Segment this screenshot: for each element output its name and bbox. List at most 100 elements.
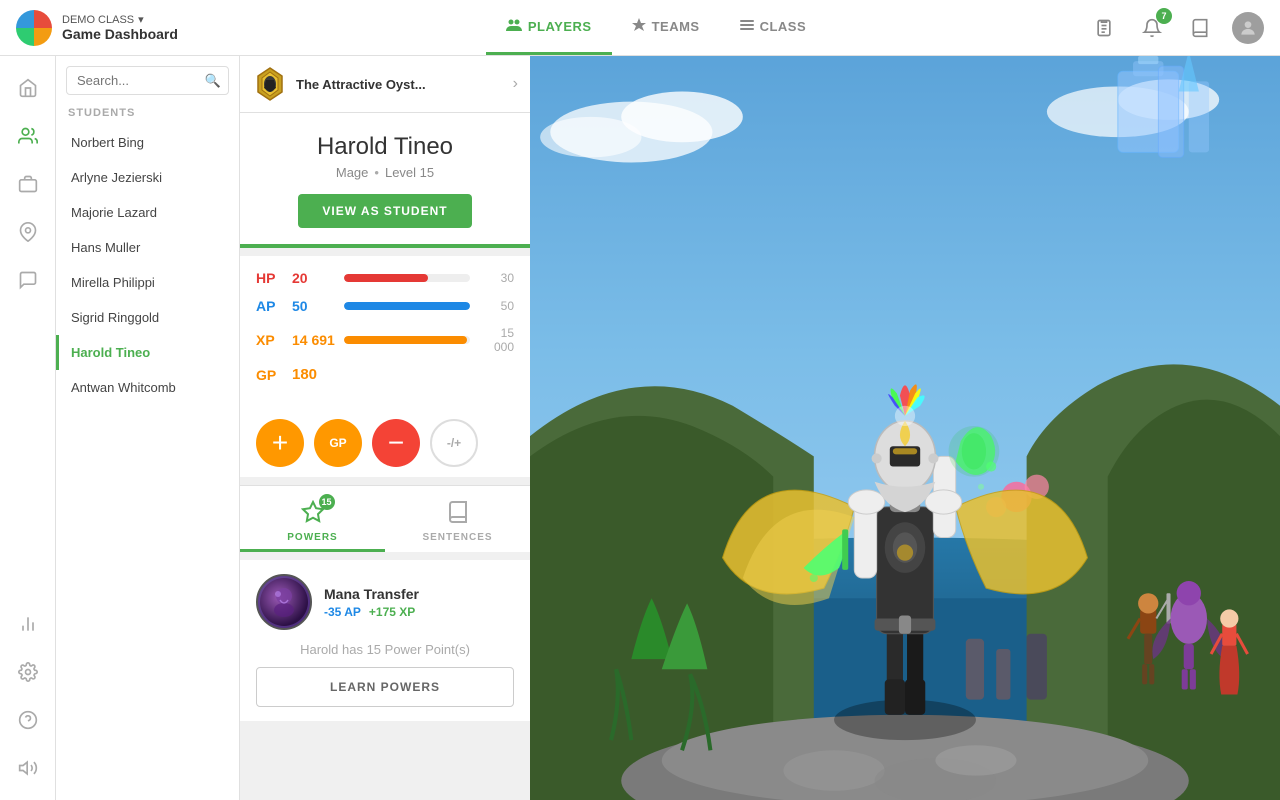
- search-icon: 🔍: [205, 73, 221, 89]
- chevron-right-icon[interactable]: ›: [513, 75, 518, 93]
- player-header-name: The Attractive Oyst...: [296, 77, 505, 92]
- sentences-tab-label: SENTENCES: [422, 532, 492, 543]
- helmet-icon: [252, 66, 288, 102]
- learn-powers-button[interactable]: LEARN POWERS: [256, 667, 514, 707]
- power-avatar: [256, 574, 312, 630]
- student-item-arlyne[interactable]: Arlyne Jezierski: [56, 160, 239, 195]
- xp-value: 14 691: [292, 332, 336, 348]
- book-btn[interactable]: [1184, 12, 1216, 44]
- stat-row-ap: AP 50 50: [256, 298, 514, 314]
- sidebar-icon-gear[interactable]: [8, 652, 48, 692]
- hp-label: HP: [256, 270, 284, 286]
- bell-badge: 7: [1156, 8, 1172, 24]
- student-item-majorie[interactable]: Majorie Lazard: [56, 195, 239, 230]
- tab-teams[interactable]: TEAMS: [612, 0, 720, 55]
- sidebar-icon-help[interactable]: [8, 700, 48, 740]
- student-panel: 🔍 STUDENTS Norbert Bing Arlyne Jezierski…: [56, 56, 240, 800]
- gp-label-button[interactable]: GP: [314, 419, 362, 467]
- player-subtitle: Mage • Level 15: [256, 165, 514, 180]
- ap-value: 50: [292, 298, 336, 314]
- power-stats: -35 AP +175 XP: [324, 605, 514, 619]
- tab-class[interactable]: CLASS: [720, 0, 827, 55]
- student-item-harold[interactable]: Harold Tineo: [56, 335, 239, 370]
- players-icon: [506, 18, 522, 35]
- student-item-sigrid[interactable]: Sigrid Ringgold: [56, 300, 239, 335]
- hp-bar-wrap: [344, 274, 470, 282]
- remove-gp-button[interactable]: −: [372, 419, 420, 467]
- power-item-mana: Mana Transfer -35 AP +175 XP: [256, 574, 514, 630]
- sidebar-icon-speaker[interactable]: [8, 748, 48, 788]
- student-item-norbert[interactable]: Norbert Bing: [56, 125, 239, 160]
- bell-btn[interactable]: 7: [1136, 12, 1168, 44]
- students-label: STUDENTS: [56, 101, 239, 125]
- hero-scene-svg: [530, 56, 1280, 800]
- ap-bar-wrap: [344, 302, 470, 310]
- hp-bar: [344, 274, 428, 282]
- nav-right: 7: [1072, 12, 1280, 44]
- top-nav: DEMO CLASS ▾ Game Dashboard PLAYERS: [0, 0, 1280, 56]
- nav-tabs: PLAYERS TEAMS CLASS: [240, 0, 1072, 55]
- logo-area: DEMO CLASS ▾ Game Dashboard: [0, 10, 240, 46]
- gp-value: 180: [292, 366, 317, 383]
- player-class: Mage: [336, 165, 369, 180]
- hp-value: 20: [292, 270, 336, 286]
- ap-bar: [344, 302, 470, 310]
- player-header: The Attractive Oyst... ›: [240, 56, 530, 113]
- clipboard-btn[interactable]: [1088, 12, 1120, 44]
- xp-bar-wrap: [344, 336, 470, 344]
- gp-label: GP: [256, 367, 284, 383]
- logo-text: DEMO CLASS ▾ Game Dashboard: [62, 13, 178, 42]
- student-item-hans[interactable]: Hans Muller: [56, 230, 239, 265]
- sidebar-icon-users[interactable]: [8, 116, 48, 156]
- ap-max: 50: [478, 299, 514, 313]
- xp-label: XP: [256, 332, 284, 348]
- view-as-student-button[interactable]: VIEW AS STUDENT: [298, 194, 471, 228]
- tab-powers[interactable]: 15 POWERS: [240, 486, 385, 552]
- power-xp-gain: +175 XP: [369, 605, 415, 619]
- edit-button[interactable]: -/+: [430, 419, 478, 467]
- action-buttons: + GP − -/+: [240, 409, 530, 477]
- xp-bar: [344, 336, 467, 344]
- student-item-antwan[interactable]: Antwan Whitcomb: [56, 370, 239, 405]
- logo-icon[interactable]: [16, 10, 52, 46]
- main-layout: 🔍 STUDENTS Norbert Bing Arlyne Jezierski…: [0, 56, 1280, 800]
- stat-row-hp: HP 20 30: [256, 270, 514, 286]
- power-info: Mana Transfer -35 AP +175 XP: [324, 586, 514, 619]
- sidebar-icon-chart[interactable]: [8, 604, 48, 644]
- add-gp-button[interactable]: +: [256, 419, 304, 467]
- left-sidebar: [0, 56, 56, 800]
- student-item-mirella[interactable]: Mirella Philippi: [56, 265, 239, 300]
- teams-icon: [632, 18, 646, 35]
- student-list: Norbert Bing Arlyne Jezierski Majorie La…: [56, 125, 239, 800]
- sentences-tab-icon-wrap: [442, 496, 474, 528]
- sidebar-icon-pin[interactable]: [8, 212, 48, 252]
- xp-max: 15 000: [478, 326, 514, 354]
- powers-tab-label: POWERS: [287, 532, 337, 543]
- sidebar-icon-chat[interactable]: [8, 260, 48, 300]
- dropdown-arrow[interactable]: ▾: [138, 13, 144, 26]
- tab-sentences[interactable]: SENTENCES: [385, 486, 530, 552]
- power-points-message: Harold has 15 Power Point(s): [256, 642, 514, 657]
- stats-section: HP 20 30 AP 50 50 XP 14 691: [240, 256, 530, 409]
- app-title: Game Dashboard: [62, 26, 178, 42]
- demo-class-label: DEMO CLASS ▾: [62, 13, 178, 26]
- stat-row-gp: GP 180: [256, 366, 514, 383]
- ap-label: AP: [256, 298, 284, 314]
- power-ap-cost: -35 AP: [324, 605, 361, 619]
- player-panel: The Attractive Oyst... › Harold Tineo Ma…: [240, 56, 530, 800]
- student-search-area: 🔍: [56, 56, 239, 101]
- hp-max: 30: [478, 271, 514, 285]
- sidebar-icon-home[interactable]: [8, 68, 48, 108]
- stat-row-xp: XP 14 691 15 000: [256, 326, 514, 354]
- tab-players[interactable]: PLAYERS: [486, 0, 612, 55]
- power-name: Mana Transfer: [324, 586, 514, 602]
- powers-content: Mana Transfer -35 AP +175 XP Harold has …: [240, 560, 530, 721]
- dot-separator: •: [374, 165, 379, 180]
- sidebar-icon-briefcase[interactable]: [8, 164, 48, 204]
- player-level: Level 15: [385, 165, 434, 180]
- hero-panel: [530, 56, 1280, 800]
- powers-badge: 15: [319, 494, 335, 510]
- player-info: Harold Tineo Mage • Level 15 VIEW AS STU…: [240, 113, 530, 248]
- user-avatar[interactable]: [1232, 12, 1264, 44]
- powers-tabs: 15 POWERS SENTENCES: [240, 485, 530, 552]
